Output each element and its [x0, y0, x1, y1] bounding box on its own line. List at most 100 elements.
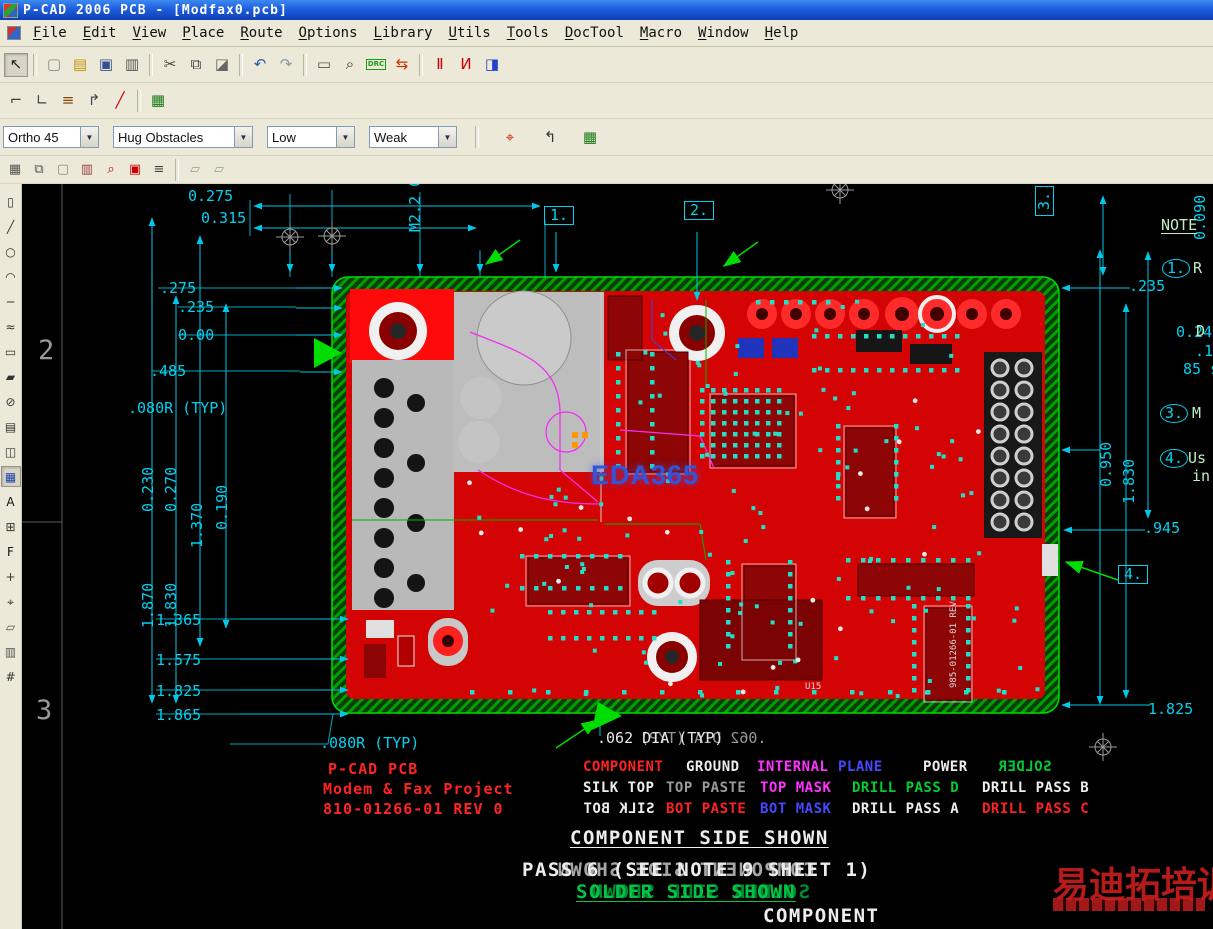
layers-toggle-button[interactable]: ◨ — [480, 53, 504, 77]
open-file-button[interactable]: ▤ — [68, 53, 92, 77]
tool-detail-a[interactable]: ▱ — [1, 616, 21, 637]
menu-bar: FileEditViewPlaceRouteOptionsLibraryUtil… — [0, 20, 1213, 47]
doc-pages-button[interactable]: ▢ — [52, 159, 74, 181]
measure-button[interactable]: ▭ — [312, 53, 336, 77]
priority-select-value: Low — [268, 130, 300, 145]
menu-utils[interactable]: Utils — [441, 25, 499, 41]
doc-redline-icon: ▥ — [81, 163, 93, 176]
list-view-button[interactable]: ≡ — [148, 159, 170, 181]
pattern-grid-button[interactable]: ▦ — [146, 89, 170, 113]
menu-tools[interactable]: Tools — [499, 25, 557, 41]
tool-target[interactable]: # — [1, 666, 21, 687]
cut-button[interactable]: ✂ — [158, 53, 182, 77]
tool-detail-b[interactable]: ▥ — [1, 641, 21, 662]
document-icon — [7, 26, 21, 40]
doc-redline-button[interactable]: ▥ — [76, 159, 98, 181]
tool-field-icon: F — [7, 546, 14, 558]
app-icon — [3, 3, 18, 18]
route-swap-button[interactable]: ↱ — [82, 89, 106, 113]
run-macro-button[interactable]: И — [454, 53, 478, 77]
route-swap-icon: ↱ — [88, 93, 101, 108]
save-file-button[interactable]: ▣ — [94, 53, 118, 77]
net-compare-button[interactable]: ⇆ — [390, 53, 414, 77]
menu-window[interactable]: Window — [690, 25, 757, 41]
tool-cutout[interactable]: ⊘ — [1, 391, 21, 412]
record-macro-button[interactable]: Ⅱ — [428, 53, 452, 77]
stop-button[interactable]: ▣ — [124, 159, 146, 181]
tool-arc[interactable]: ◠ — [1, 266, 21, 287]
tool-arc-icon: ◠ — [5, 271, 15, 283]
tool-circle-icon: ○ — [5, 246, 15, 258]
redo-button[interactable]: ↷ — [274, 53, 298, 77]
ortho-mode-select[interactable]: Ortho 45 ▼ — [3, 126, 99, 148]
find-marker-button[interactable]: ⌕ — [100, 159, 122, 181]
menu-file[interactable]: File — [25, 25, 75, 41]
title-bar[interactable]: P-CAD 2006 PCB - [Modfax0.pcb] — [0, 0, 1213, 20]
route-mitre-button[interactable]: ∟ — [30, 89, 54, 113]
chevron-down-icon[interactable]: ▼ — [80, 127, 98, 147]
route-corner-button[interactable]: ⌐ — [4, 89, 28, 113]
tool-table[interactable]: ⊞ — [1, 516, 21, 537]
zoom-window-button[interactable]: ⌕ — [338, 53, 362, 77]
copy-button[interactable]: ⧉ — [184, 53, 208, 77]
menu-library[interactable]: Library — [366, 25, 441, 41]
delete-segment-button[interactable]: ╱ — [108, 89, 132, 113]
menu-place[interactable]: Place — [174, 25, 232, 41]
paste-button[interactable]: ◪ — [210, 53, 234, 77]
stamp-a-button[interactable]: ▱ — [184, 159, 206, 181]
route-tool-button[interactable]: ⌖ — [498, 125, 522, 149]
print-button[interactable]: ▥ — [120, 53, 144, 77]
net-compare-icon: ⇆ — [396, 57, 409, 72]
tool-plane[interactable]: ▤ — [1, 416, 21, 437]
tool-keepout[interactable]: ◫ — [1, 441, 21, 462]
menu-route[interactable]: Route — [232, 25, 290, 41]
new-file-button[interactable]: ▢ — [42, 53, 66, 77]
route-bus-button[interactable]: ≡ — [56, 89, 80, 113]
tool-circle[interactable]: ○ — [1, 241, 21, 262]
menu-edit[interactable]: Edit — [75, 25, 125, 41]
chevron-down-icon[interactable]: ▼ — [234, 127, 252, 147]
menu-doctool[interactable]: DocTool — [557, 25, 632, 41]
open-file-icon: ▤ — [73, 57, 87, 72]
tool-dimension[interactable]: ⌖ — [1, 591, 21, 612]
ortho-mode-select-value: Ortho 45 — [4, 130, 63, 145]
grid-edit-icon: ▦ — [583, 130, 597, 145]
toolbar-separator — [419, 54, 423, 76]
tool-rectangle[interactable]: ▭ — [1, 341, 21, 362]
menu-options[interactable]: Options — [291, 25, 366, 41]
new-file-icon: ▢ — [47, 57, 61, 72]
tool-point[interactable]: + — [1, 566, 21, 587]
tool-field[interactable]: F — [1, 541, 21, 562]
tool-orth-line[interactable]: ─ — [1, 291, 21, 312]
unwind-route-button[interactable]: ↰ — [538, 125, 562, 149]
strength-select[interactable]: Weak▼ — [369, 126, 457, 148]
menu-help[interactable]: Help — [757, 25, 807, 41]
copy-matrix-button[interactable]: ⧉ — [28, 159, 50, 181]
tool-text[interactable]: A — [1, 491, 21, 512]
tool-line[interactable]: ╱ — [1, 216, 21, 237]
stamp-b-button[interactable]: ▱ — [208, 159, 230, 181]
tool-cutout-icon: ⊘ — [5, 396, 15, 408]
print-icon: ▥ — [125, 57, 139, 72]
tool-grid[interactable]: ▦ — [1, 466, 21, 487]
priority-select[interactable]: Low ▼ — [267, 126, 355, 148]
menu-view[interactable]: View — [124, 25, 174, 41]
hug-mode-select[interactable]: Hug Obstacles▼ — [113, 126, 253, 148]
tool-polygon[interactable]: ▰ — [1, 366, 21, 387]
design-canvas[interactable]: 0.2750.315.275.2350.00.485.080R (TYP)1.3… — [22, 184, 1213, 929]
route-corner-icon: ⌐ — [10, 93, 23, 108]
sheet-setup-icon: ▦ — [9, 163, 21, 176]
menu-macro[interactable]: Macro — [632, 25, 690, 41]
toolbar-route: ⌐ ∟≡ ↱ ╱ ▦ — [0, 83, 1213, 119]
tool-detail-a-icon: ▱ — [6, 621, 15, 633]
undo-button[interactable]: ↶ — [248, 53, 272, 77]
left-toolbar: ▯ ╱ ○ ◠ ─ ≈ ▭ ▰ ⊘ ▤ ◫ ▦ A ⊞ F + ⌖ ▱ ▥ # — [0, 184, 22, 929]
chevron-down-icon[interactable]: ▼ — [438, 127, 456, 147]
sheet-setup-button[interactable]: ▦ — [4, 159, 26, 181]
grid-edit-button[interactable]: ▦ — [578, 125, 602, 149]
select-tool-button[interactable]: ↖ — [4, 53, 28, 77]
tool-part[interactable]: ▯ — [1, 191, 21, 212]
tool-polyline[interactable]: ≈ — [1, 316, 21, 337]
drc-button[interactable]: DRC — [364, 53, 388, 77]
chevron-down-icon[interactable]: ▼ — [336, 127, 354, 147]
